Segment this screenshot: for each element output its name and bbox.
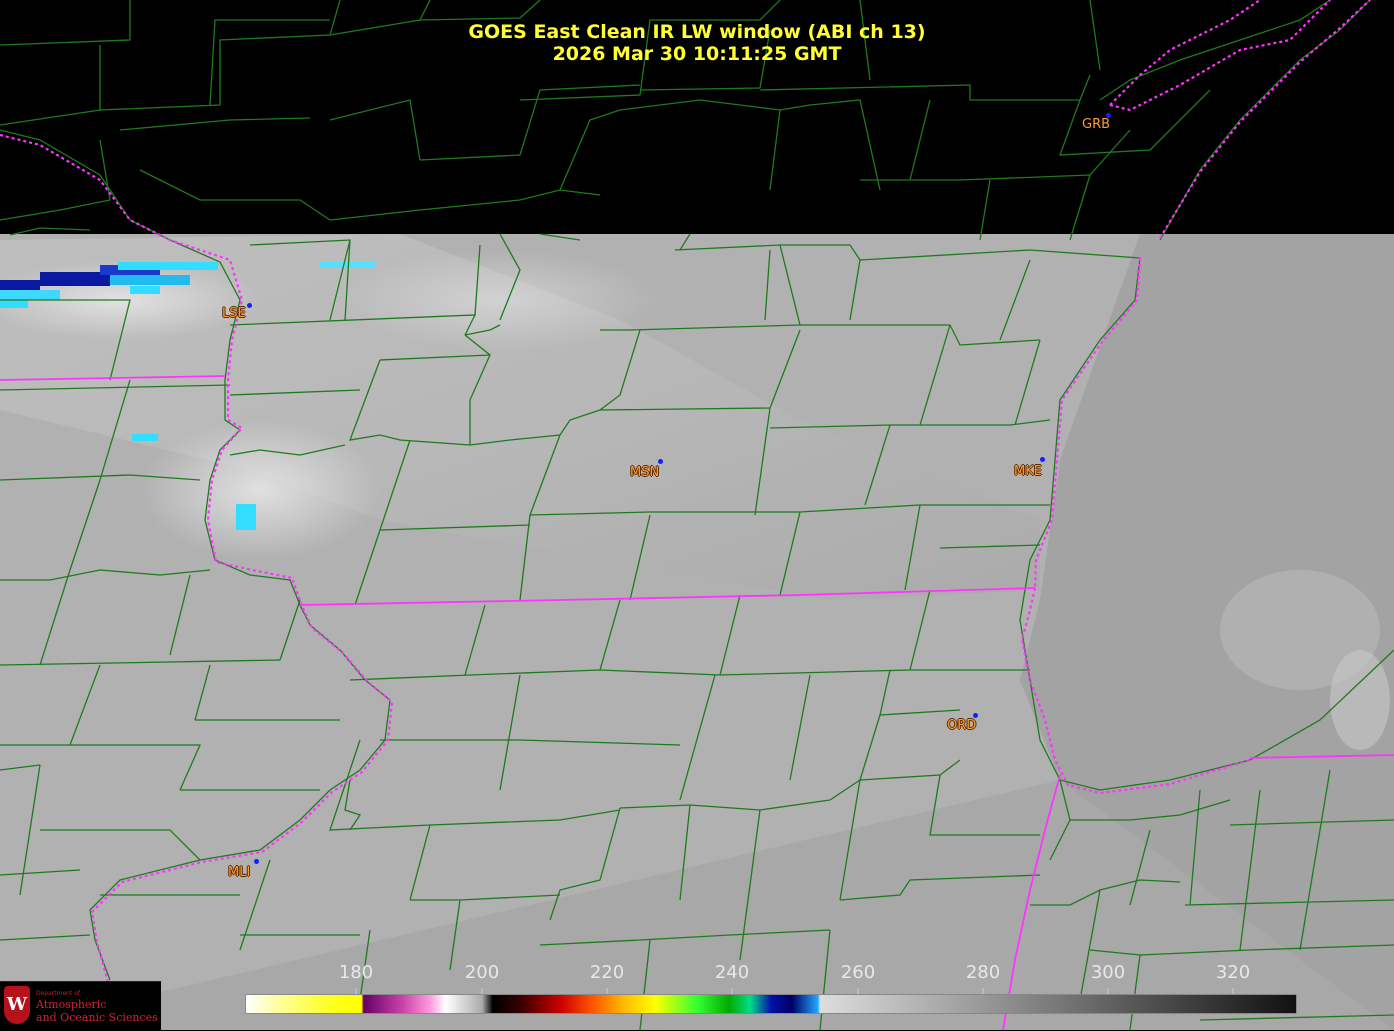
station-mli: MLI (228, 859, 259, 880)
station-msn: MSN (630, 459, 663, 480)
station-label: LSE (222, 306, 246, 321)
station-dot-icon (247, 303, 252, 308)
station-dot-icon (1040, 457, 1045, 462)
map-title: GOES East Clean IR LW window (ABI ch 13) (468, 21, 926, 43)
station-label: MKE (1014, 464, 1042, 479)
station-dot-icon (973, 713, 978, 718)
station-ord: ORD (947, 713, 978, 733)
station-grb: GRB (1082, 113, 1111, 132)
aos-logo: W Department of Atmospheric and Oceanic … (0, 981, 161, 1031)
colorbar-tick: 180 (338, 962, 374, 983)
station-mke: MKE (1014, 457, 1045, 479)
station-label: MLI (228, 865, 251, 880)
logo-line2: and Oceanic Sciences (36, 1011, 158, 1024)
colorbar-tick: 320 (1215, 962, 1251, 983)
station-label: ORD (947, 718, 977, 733)
station-label: GRB (1082, 117, 1111, 132)
uw-crest-icon: W (4, 986, 30, 1024)
temperature-colorbar (245, 994, 1297, 1014)
station-dot-icon (1106, 113, 1111, 118)
station-lse: LSE (222, 303, 252, 321)
station-label: MSN (630, 465, 660, 480)
station-dot-icon (658, 459, 663, 464)
logo-department-text: Department of (36, 990, 80, 997)
colorbar-tick: 240 (714, 962, 750, 983)
logo-line1: Atmospheric (36, 998, 107, 1011)
colorbar-tick: 200 (464, 962, 500, 983)
colorbar-tick: 280 (965, 962, 1001, 983)
satellite-map (0, 0, 1394, 1030)
map-timestamp: 2026 Mar 30 10:11:25 GMT (552, 43, 842, 65)
colorbar-tick: 300 (1090, 962, 1126, 983)
station-dot-icon (254, 859, 259, 864)
colorbar-tick: 260 (840, 962, 876, 983)
colorbar-tick: 220 (589, 962, 625, 983)
